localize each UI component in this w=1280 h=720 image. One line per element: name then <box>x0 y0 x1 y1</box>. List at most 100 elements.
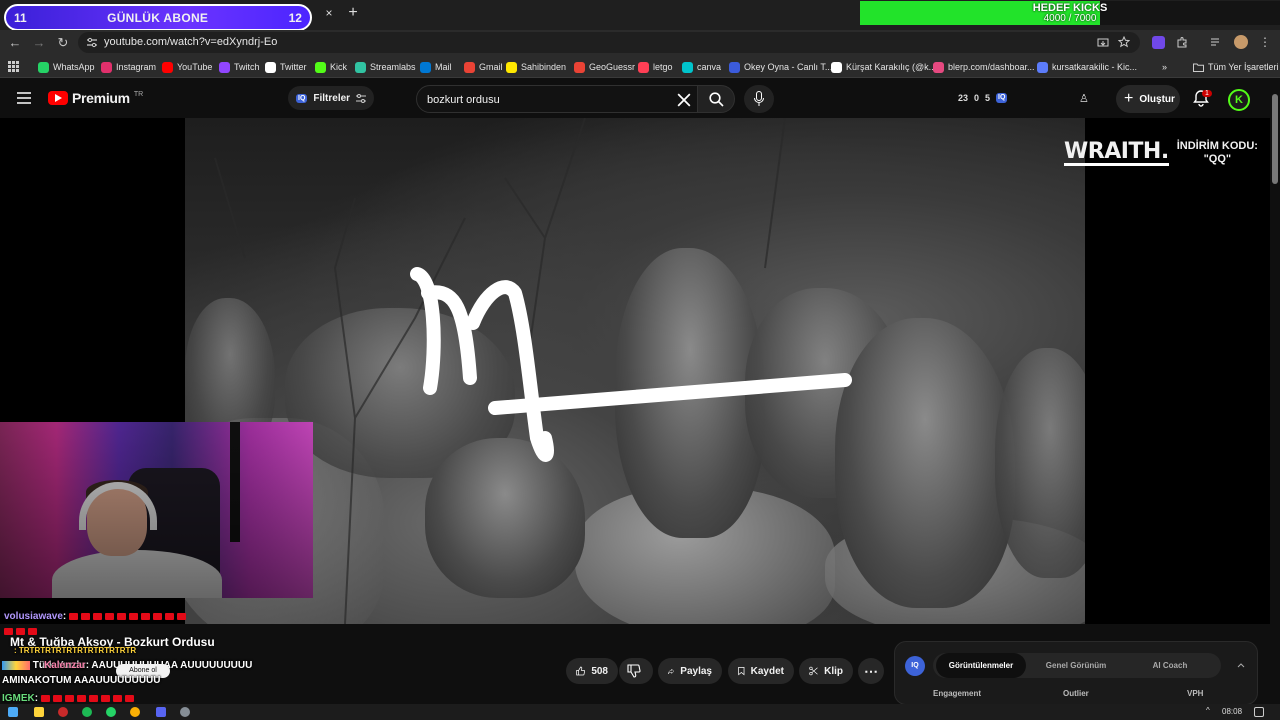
forward-button[interactable]: → <box>31 35 47 51</box>
media-controls-icon[interactable] <box>1210 37 1222 48</box>
scrollbar-thumb[interactable] <box>1272 94 1278 184</box>
video-frame <box>185 118 1085 624</box>
bookmark-label: YouTube <box>177 62 213 72</box>
bookmark-item[interactable]: Gmail <box>464 60 503 74</box>
counter-b: 0 <box>974 93 980 103</box>
iq-tab-overview[interactable]: Genel Görünüm <box>1031 653 1121 678</box>
bookmark-item[interactable]: Twitch <box>219 60 260 74</box>
chevron-up-icon[interactable] <box>1237 663 1245 668</box>
spotify-icon[interactable] <box>82 707 92 717</box>
bookmark-item[interactable]: letgo <box>638 60 673 74</box>
bookmark-label: Kick <box>330 62 348 72</box>
bookmark-item[interactable]: WhatsApp <box>38 60 95 74</box>
whatsapp-icon[interactable] <box>106 707 116 717</box>
extension-icon[interactable] <box>1152 36 1165 49</box>
create-button[interactable]: + Oluştur <box>1116 85 1180 113</box>
youtube-premium-logo[interactable]: Premium TR <box>48 90 143 106</box>
bookmarks-overflow[interactable]: » <box>1162 60 1167 74</box>
iq-tab-ai-coach[interactable]: AI Coach <box>1125 653 1215 678</box>
file-explorer-icon[interactable] <box>34 707 44 717</box>
browser-tab-strip: 11 GÜNLÜK ABONE 12 × + HEDEF KICKS 4000 … <box>0 0 1280 31</box>
install-icon[interactable] <box>1097 37 1109 49</box>
subscriber-goal-overlay: 11 GÜNLÜK ABONE 12 <box>4 4 312 31</box>
notification-center-icon[interactable] <box>1254 707 1264 717</box>
counter-a: 23 <box>958 93 969 103</box>
extensions-puzzle-icon[interactable] <box>1176 36 1188 48</box>
page-scrollbar[interactable] <box>1270 80 1280 704</box>
bookmark-item[interactable]: Kick <box>315 60 347 74</box>
kicks-goal-progress: 4000 / 7000 <box>1043 13 1097 24</box>
bookmark-item[interactable]: Twitter <box>265 60 307 74</box>
bookmark-item[interactable]: Kürşat Karakılıç (@k... <box>831 60 936 74</box>
reload-button[interactable]: ↻ <box>55 35 71 51</box>
apps-grid-icon[interactable] <box>8 61 19 72</box>
hamburger-menu-icon[interactable] <box>16 91 32 105</box>
share-button[interactable]: Paylaş <box>658 658 722 684</box>
dislike-button[interactable] <box>619 658 653 684</box>
iq-tab-bar: Görüntülenmeler Genel Görünüm AI Coach <box>933 653 1221 678</box>
bookmark-label: Twitter <box>280 62 307 72</box>
new-tab-button[interactable]: + <box>344 4 362 22</box>
iq-column-outlier: Outlier <box>1063 689 1089 698</box>
bookmark-item[interactable]: Sahibinden <box>506 60 566 74</box>
all-bookmarks[interactable]: Tüm Yer İşaretleri <box>1193 60 1279 74</box>
clear-search-icon[interactable] <box>677 93 691 107</box>
bookmark-item[interactable]: Okey Oyna - Canlı T... <box>729 60 832 74</box>
windows-start-icon[interactable] <box>8 707 18 717</box>
bookmark-label: WhatsApp <box>53 62 95 72</box>
filters-button[interactable]: IQ Filtreler <box>288 86 375 110</box>
bookmark-item[interactable]: blerp.com/dashboar... <box>933 60 1035 74</box>
iq-logo-icon: IQ <box>905 656 925 676</box>
iq-toolbar-icon[interactable]: IQ <box>996 93 1008 103</box>
bookmark-favicon-icon <box>355 61 366 73</box>
bookmark-favicon-icon <box>574 61 585 73</box>
search-button[interactable] <box>697 85 735 113</box>
save-button[interactable]: Kaydet <box>728 658 794 684</box>
webcam-shade <box>0 422 313 598</box>
opera-icon[interactable] <box>58 707 68 717</box>
account-avatar[interactable]: K <box>1228 89 1250 111</box>
bookmark-item[interactable]: Instagram <box>101 60 156 74</box>
bookmark-item[interactable]: Streamlabs <box>355 60 416 74</box>
bookmark-item[interactable]: Mail <box>420 60 452 74</box>
profile-avatar[interactable] <box>1234 35 1248 49</box>
iq-column-vph: VPH <box>1187 689 1204 698</box>
discord-icon[interactable] <box>156 707 166 717</box>
like-button[interactable]: 508 <box>566 658 618 684</box>
windows-taskbar: ^ 08:08 <box>0 704 1280 720</box>
bookmark-label: Streamlabs <box>370 62 416 72</box>
chat-message: : TRTRTRTRTRTRTRTRTRTRTR <box>14 646 137 655</box>
tray-chevron-icon[interactable]: ^ <box>1206 706 1210 715</box>
bookmark-star-icon[interactable] <box>1118 36 1130 48</box>
iq-extension-icon: IQ <box>296 93 308 103</box>
bookmark-label: blerp.com/dashboar... <box>948 62 1035 72</box>
bookmarks-bar: WhatsApp Instagram YouTube Twitch Twitter Kic… <box>0 55 1280 78</box>
clip-button[interactable]: Klip <box>799 658 853 684</box>
trophy-icon[interactable]: ♙ <box>1079 92 1089 105</box>
site-settings-icon[interactable] <box>86 37 98 48</box>
bookmark-item[interactable]: GeoGuessr <box>574 60 635 74</box>
more-actions-button[interactable]: ⋯ <box>858 658 884 684</box>
thumbs-down-icon <box>627 664 641 678</box>
bookmark-item[interactable]: canva <box>682 60 721 74</box>
bookmark-favicon-icon <box>101 61 112 73</box>
obs-icon[interactable] <box>180 707 190 717</box>
bookmark-label: Gmail <box>479 62 503 72</box>
bookmark-label: Sahibinden <box>521 62 567 72</box>
browser-menu-icon[interactable]: ⋮ <box>1259 35 1271 49</box>
iq-tab-views[interactable]: Görüntülenmeler <box>936 653 1026 678</box>
url-field[interactable]: youtube.com/watch?v=edXyndrj-Eo <box>78 32 1140 53</box>
bookmark-favicon-icon <box>38 61 49 73</box>
bookmark-item[interactable]: kursatkarakilic - Kic... <box>1037 60 1137 74</box>
bookmark-favicon-icon <box>464 61 475 73</box>
chrome-icon[interactable] <box>130 707 140 717</box>
bookmark-label: Twitch <box>234 62 260 72</box>
share-icon <box>668 667 675 674</box>
bookmark-favicon-icon <box>315 61 326 73</box>
search-input[interactable]: bozkurt ordusu <box>416 85 698 113</box>
back-button[interactable]: ← <box>7 35 23 51</box>
bookmark-item[interactable]: YouTube <box>162 60 212 74</box>
voice-search-button[interactable] <box>744 85 774 113</box>
tab-close-icon[interactable]: × <box>322 6 336 20</box>
bookmark-favicon-icon <box>729 61 740 73</box>
